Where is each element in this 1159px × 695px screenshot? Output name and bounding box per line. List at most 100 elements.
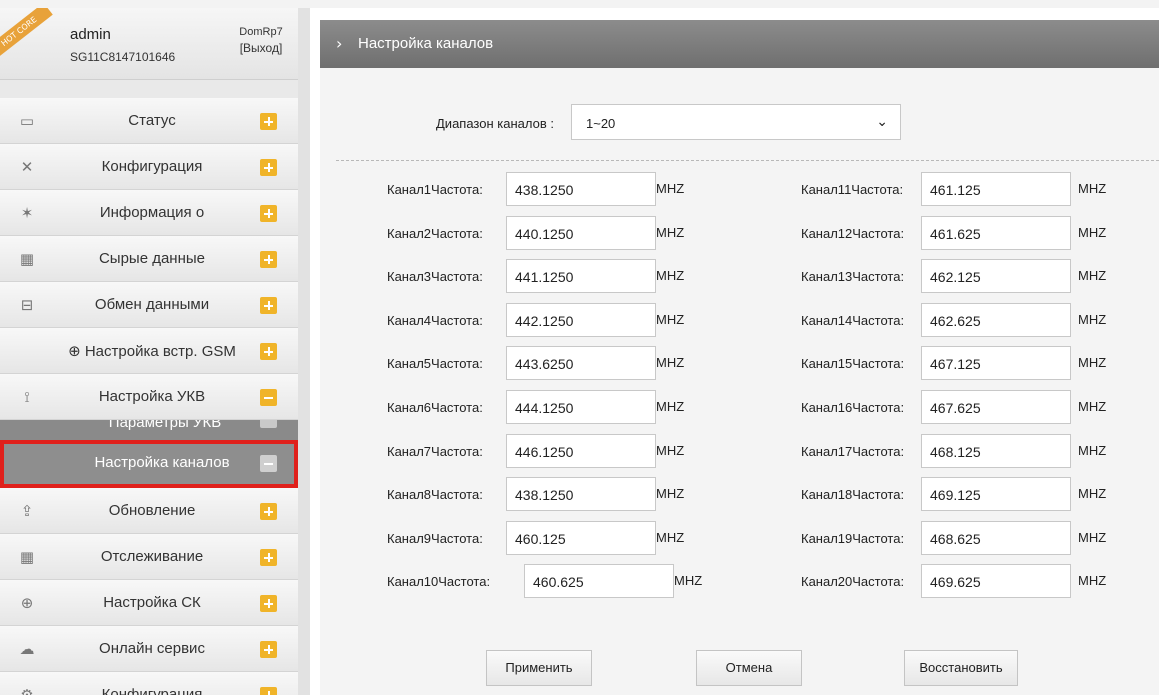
tools-icon: ✕ [20,158,34,176]
monitor-icon: ▭ [19,112,35,130]
channel-frequency-input[interactable]: 438.1250 [506,477,656,511]
channel-frequency-input[interactable]: 462.125 [921,259,1071,293]
user-panel: HOT CORE admin SG11C8147101646 DomRp7 [В… [0,8,298,80]
channel-frequency-input[interactable]: 461.125 [921,172,1071,206]
channel-label: Канал18Частота: [801,487,905,502]
channel-label: Канал6Частота: [387,400,483,415]
page-title-bar: › Настройка каналов [320,20,1159,68]
sidebar-item-6[interactable]: ⟟ Настройка УКВ [0,374,298,420]
expand-plus-icon[interactable] [260,159,277,176]
channel-frequency-input[interactable]: 446.1250 [506,434,656,468]
channel-label: Канал2Частота: [387,226,483,241]
channel-label: Канал11Частота: [801,182,904,197]
channel-frequency-input[interactable]: 468.625 [921,521,1071,555]
expand-plus-icon[interactable] [260,251,277,268]
submenu-item-channel-settings[interactable]: Настройка каналов [0,440,298,488]
sidebar: HOT CORE admin SG11C8147101646 DomRp7 [В… [0,8,298,695]
unit-label: MHZ [656,443,685,458]
expand-plus-icon[interactable] [260,595,277,612]
unit-label: MHZ [1078,573,1107,588]
expand-plus-icon[interactable] [260,641,277,658]
logout-link[interactable]: [Выход] [230,41,292,55]
calendar-icon: ▦ [19,250,35,268]
expand-plus-icon[interactable] [260,297,277,314]
network-icon: ⊟ [20,296,34,314]
unit-label: MHZ [656,355,685,370]
channel-frequency-input[interactable]: 444.1250 [506,390,656,424]
upload-icon: ⇪ [20,502,34,520]
collapse-minus-icon[interactable] [260,455,277,472]
sidebar-item-0[interactable]: ▭ Статус [0,98,298,144]
expand-plus-icon[interactable] [260,343,277,360]
expand-plus-icon[interactable] [260,113,277,130]
sidebar-item-label: Конфигурация [101,158,203,175]
channel-frequency-input[interactable]: 441.1250 [506,259,656,293]
submenu-item-vhf-params[interactable]: Параметры УКВ [0,420,298,440]
sidebar-item-label: Обмен данными [94,296,210,313]
sidebar-item-1[interactable]: ✕ Конфигурация [0,144,298,190]
channel-frequency-input[interactable]: 467.125 [921,346,1071,380]
sidebar-item-b4[interactable]: ⚙ Конфигурация [0,672,298,695]
sidebar-item-b1[interactable]: ▦ Отслеживание [0,534,298,580]
channel-frequency-input[interactable]: 440.1250 [506,216,656,250]
collapse-minus-icon[interactable] [260,389,277,406]
channel-range-value: 1~20 [586,116,616,131]
device-name: DomRp7 [239,26,283,38]
sidebar-item-b3[interactable]: ☁ Онлайн сервис [0,626,298,672]
channel-frequency-input[interactable]: 443.6250 [506,346,656,380]
channel-frequency-input[interactable]: 460.625 [524,564,674,598]
collapse-minus-icon[interactable] [260,420,277,428]
channel-range-label: Диапазон каналов : [436,116,554,131]
satellite-icon: ✶ [20,204,34,222]
sidebar-divider [298,8,310,695]
sidebar-item-b2[interactable]: ⊕ Настройка СК [0,580,298,626]
sidebar-item-2[interactable]: ✶ Информация о [0,190,298,236]
sidebar-item-4[interactable]: ⊟ Обмен данными [0,282,298,328]
channel-label: Канал1Частота: [387,182,483,197]
sidebar-item-label: Настройка СК [103,594,201,611]
unit-label: MHZ [656,225,685,240]
sidebar-item-label: Информация о [99,204,205,221]
channel-range-select[interactable]: 1~20 ⌄ [571,104,901,140]
expand-plus-icon[interactable] [260,549,277,566]
channel-frequency-input[interactable]: 442.1250 [506,303,656,337]
expand-plus-icon[interactable] [260,687,277,695]
expand-plus-icon[interactable] [260,503,277,520]
user-name: admin [70,26,111,43]
channel-label: Канал8Частота: [387,487,483,502]
channel-frequency-input[interactable]: 469.625 [921,564,1071,598]
restore-button[interactable]: Восстановить [904,650,1018,686]
sidebar-item-3[interactable]: ▦ Сырые данные [0,236,298,282]
channel-frequency-input[interactable]: 462.625 [921,303,1071,337]
unit-label: MHZ [1078,443,1107,458]
calendar-chart-icon: ▦ [19,548,35,566]
channel-frequency-input[interactable]: 461.625 [921,216,1071,250]
unit-label: MHZ [1078,486,1107,501]
cancel-button[interactable]: Отмена [696,650,802,686]
channel-label: Канал14Частота: [801,313,905,328]
channel-label: Канал19Частота: [801,531,905,546]
sidebar-item-label: Обновление [108,502,196,519]
sidebar-menu: ▭ Статус ✕ Конфигурация ✶ Информация о ▦ Сырые … [0,98,298,695]
sidebar-item-label: Сырые данные [98,250,206,267]
sidebar-item-b0[interactable]: ⇪ Обновление [0,488,298,534]
chevron-down-icon: ⌄ [876,114,888,130]
channel-frequency-input[interactable]: 460.125 [506,521,656,555]
sidebar-item-label: Конфигурация [101,686,203,695]
channel-frequency-input[interactable]: 469.125 [921,477,1071,511]
channel-label: Канал16Частота: [801,400,905,415]
sidebar-item-5[interactable]: ⊕ Настройка встр. GSM [0,328,298,374]
channel-label: Канал13Частота: [801,269,905,284]
globe-icon: ⊕ [20,594,34,612]
channel-label: Канал12Частота: [801,226,905,241]
channel-frequency-input[interactable]: 468.125 [921,434,1071,468]
unit-label: MHZ [656,486,685,501]
expand-plus-icon[interactable] [260,205,277,222]
sidebar-item-label: ⊕ Настройка встр. GSM [68,343,236,360]
channel-frequency-input[interactable]: 438.1250 [506,172,656,206]
channel-frequency-input[interactable]: 467.625 [921,390,1071,424]
apply-button[interactable]: Применить [486,650,592,686]
cloud-icon: ☁ [19,640,35,658]
top-strip [0,0,1159,8]
channel-label: Канал15Частота: [801,356,905,371]
